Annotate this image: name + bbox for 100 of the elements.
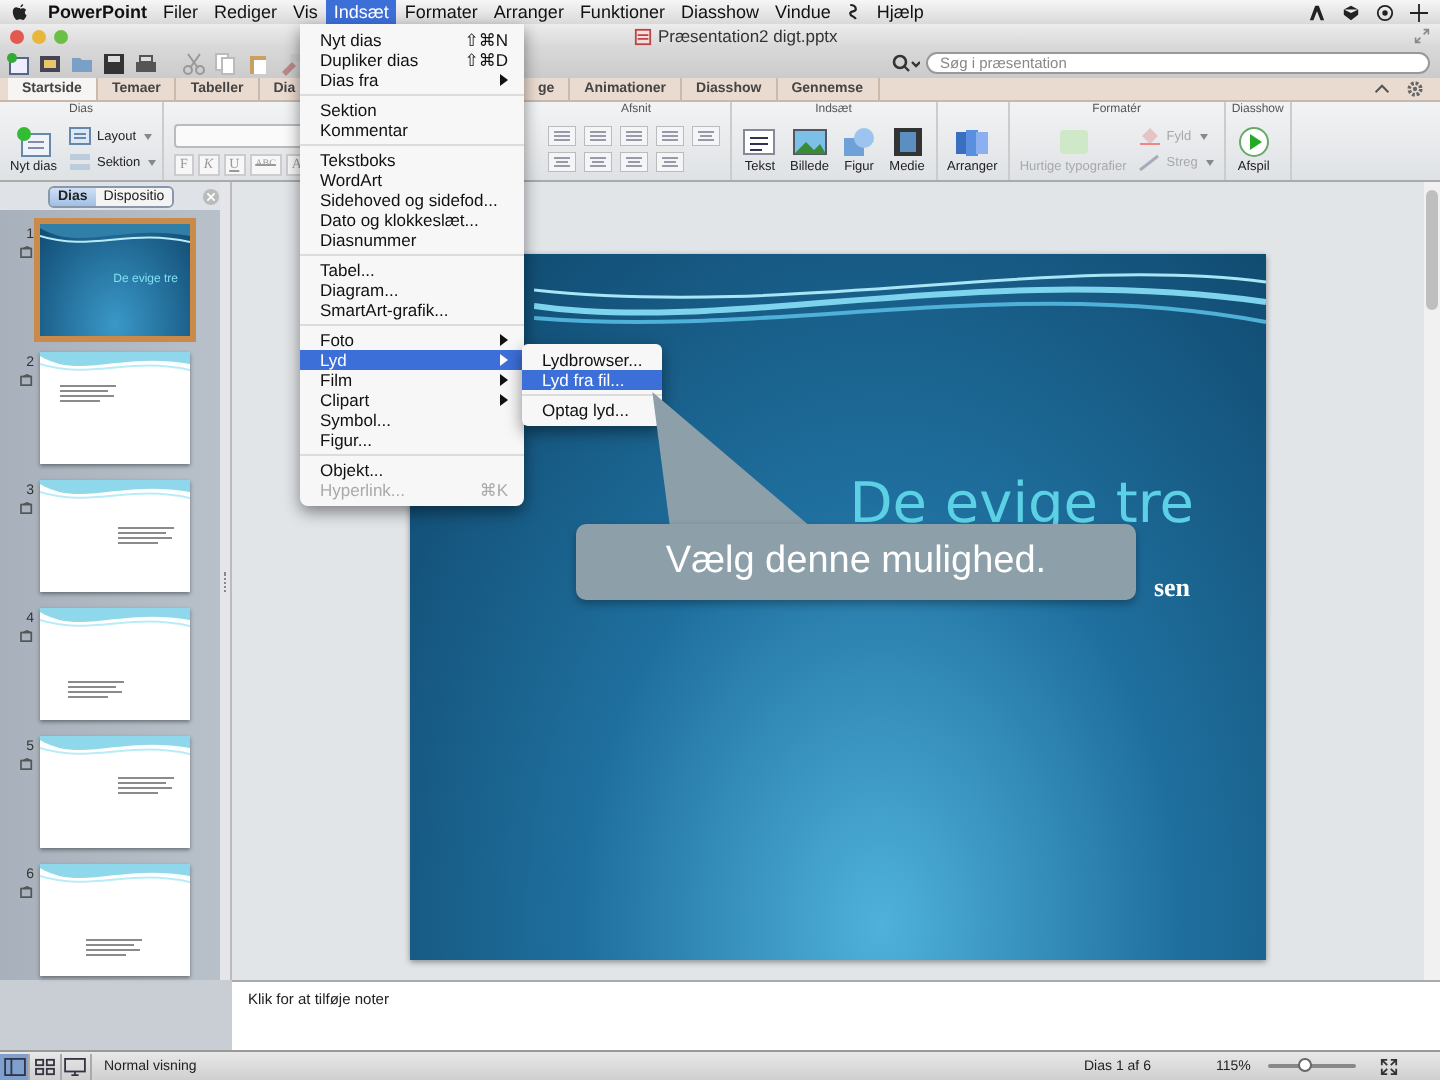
gear-icon[interactable]	[1406, 80, 1424, 98]
view-button[interactable]	[30, 1053, 62, 1079]
caret-icon	[144, 133, 153, 139]
list-icon[interactable]	[548, 126, 576, 146]
menu-item[interactable]: Indsæt	[325, 0, 397, 24]
layout-icon	[68, 126, 93, 146]
menu-item[interactable]: Dupliker dias ⇧⌘D	[300, 50, 524, 70]
submenu-arrow-icon	[500, 74, 508, 86]
slide-thumbnail[interactable]	[40, 736, 190, 848]
menu-item[interactable]: Kommentar	[300, 120, 524, 140]
menu-item[interactable]: Sektion	[300, 100, 524, 120]
menu-item[interactable]: Filer	[155, 0, 207, 24]
align-icon[interactable]	[656, 152, 684, 172]
caret-icon	[1205, 159, 1214, 165]
gallery-icon[interactable]	[38, 51, 62, 75]
slideshow-view-icon	[64, 1057, 87, 1075]
menu-item[interactable]: Figur...	[300, 430, 524, 450]
target-icon[interactable]	[1376, 3, 1394, 21]
text-lines-drawing	[60, 384, 120, 404]
slide-thumbnail[interactable]	[40, 864, 190, 976]
brush-icon[interactable]	[278, 51, 302, 75]
text-lines-drawing	[68, 680, 128, 700]
zoom-button[interactable]	[54, 29, 68, 43]
menu-item[interactable]: Lydbrowser...	[522, 350, 662, 370]
caret-icon	[148, 159, 157, 165]
fit-to-window-icon[interactable]	[1380, 1057, 1398, 1075]
menu-item[interactable]: Film	[300, 370, 524, 390]
list-icon[interactable]	[656, 126, 684, 146]
copy-icon[interactable]	[214, 51, 238, 75]
menu-item[interactable]: PowerPoint	[40, 0, 156, 24]
transition-icon	[20, 246, 34, 258]
align-icon[interactable]	[692, 126, 720, 146]
transition-icon	[20, 758, 34, 770]
close-button[interactable]	[10, 29, 24, 43]
collapse-icon[interactable]	[1374, 82, 1390, 96]
search-icon[interactable]	[892, 53, 920, 73]
close-icon[interactable]	[202, 187, 220, 205]
menu-item[interactable]: Diasshow	[672, 0, 767, 24]
menu-item[interactable]: Diasnummer	[300, 230, 524, 250]
apple-icon[interactable]	[12, 2, 28, 22]
crosshair-icon[interactable]	[1410, 3, 1428, 21]
scissors-icon[interactable]	[182, 51, 206, 75]
transition-icon	[20, 502, 34, 514]
view-button[interactable]	[0, 1053, 31, 1079]
menu-item[interactable]: Lyd	[300, 350, 524, 370]
normal-view-icon	[3, 1057, 26, 1075]
menu-item[interactable]: Objekt...	[300, 460, 524, 480]
fullscreen-icon[interactable]	[1414, 28, 1430, 44]
slide-thumbnail[interactable]	[40, 608, 190, 720]
view-button[interactable]	[61, 1053, 92, 1079]
menu-item[interactable]: SmartArt-grafik...	[300, 300, 524, 320]
list-icon[interactable]	[584, 126, 612, 146]
picture-icon	[791, 125, 828, 157]
clipboard-icon[interactable]	[246, 51, 270, 75]
menu-item[interactable]: Tabel...	[300, 260, 524, 280]
menu-item[interactable]: Hjælp	[868, 0, 932, 24]
scrollbar-thumb[interactable]	[1426, 190, 1438, 310]
new-slide-icon	[15, 125, 52, 157]
menu-item[interactable]: Lyd fra fil...	[522, 370, 662, 390]
menu-item[interactable]: WordArt	[300, 170, 524, 190]
menu-item[interactable]: Sidehoved og sidefod...	[300, 190, 524, 210]
box-icon[interactable]	[1342, 3, 1360, 21]
window-title: Præsentation2 digt.pptx	[658, 26, 838, 46]
slide-thumbnail[interactable]	[40, 352, 190, 464]
list-icon[interactable]	[620, 126, 648, 146]
menu-item[interactable]: Dato og klokkeslæt...	[300, 210, 524, 230]
menu-item[interactable]: Funktioner	[571, 0, 673, 24]
new-slide-icon[interactable]	[6, 51, 30, 75]
zoom-slider-thumb[interactable]	[1298, 1058, 1313, 1072]
styles-icon	[1055, 125, 1092, 157]
menu-item[interactable]: Vindue	[766, 0, 839, 24]
menu-item[interactable]: Rediger	[206, 0, 286, 24]
section-icon	[68, 152, 93, 172]
paint-bucket-icon	[1138, 126, 1163, 146]
play-icon	[1235, 125, 1272, 157]
menu-item[interactable]: Nyt dias ⇧⌘N	[300, 30, 524, 50]
menu-item[interactable]: Dias fra	[300, 70, 524, 90]
menu-item[interactable]: Symbol...	[300, 410, 524, 430]
align-icon[interactable]	[548, 152, 576, 172]
printer-icon[interactable]	[134, 51, 158, 75]
text-lines-drawing	[118, 776, 178, 796]
align-icon[interactable]	[584, 152, 612, 172]
slide-subtitle: sen	[1153, 572, 1190, 604]
menu-item[interactable]: Vis	[285, 0, 326, 24]
menu-item[interactable]: Formater	[396, 0, 486, 24]
menu-item[interactable]: Clipart	[300, 390, 524, 410]
transition-icon	[20, 374, 34, 386]
caret-icon	[1199, 133, 1208, 139]
document-icon	[634, 27, 652, 45]
text-lines-drawing	[118, 526, 178, 546]
text-box-icon	[742, 125, 778, 157]
transition-icon	[20, 630, 34, 642]
save-icon[interactable]	[102, 51, 126, 75]
text-lines-drawing	[85, 938, 145, 958]
align-icon[interactable]	[620, 152, 648, 172]
shapes-icon	[841, 125, 878, 157]
script-icon[interactable]	[846, 2, 861, 22]
menu-item[interactable]: Diagram...	[300, 280, 524, 300]
menu-item[interactable]: Arranger	[485, 0, 572, 24]
slide-thumbnail[interactable]	[40, 480, 190, 592]
